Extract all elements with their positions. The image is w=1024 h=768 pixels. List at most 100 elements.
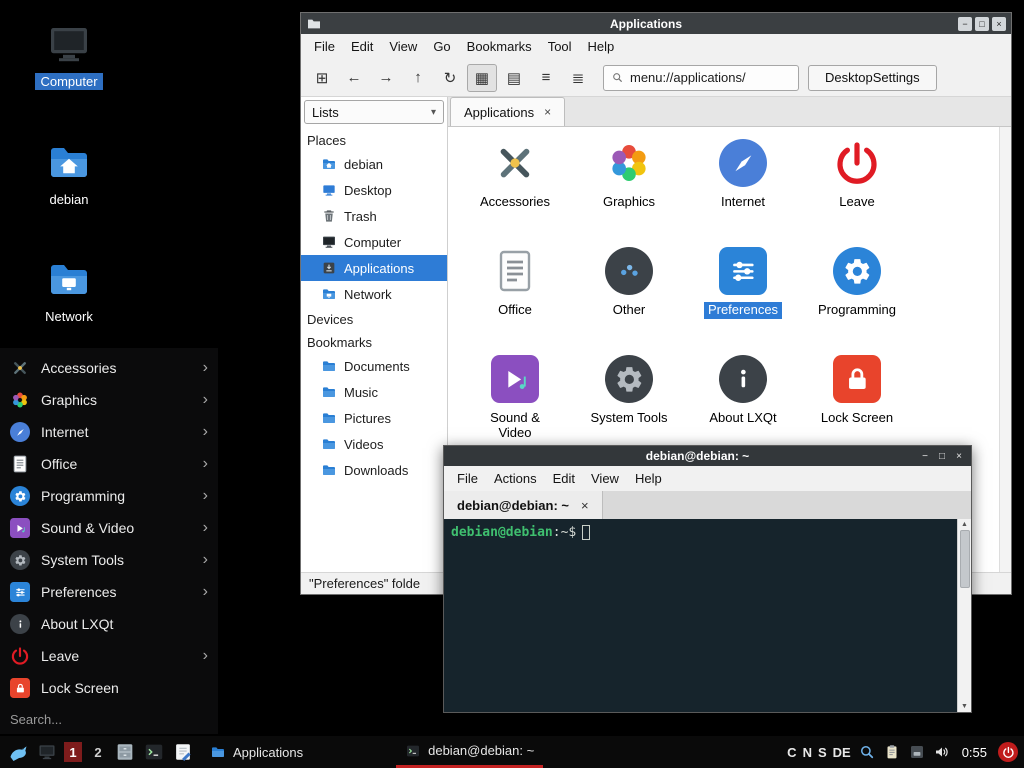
bookmark-downloads[interactable]: Downloads <box>301 457 447 483</box>
terminal-scrollbar[interactable]: ▲ ▼ <box>957 519 971 712</box>
reload-button[interactable]: ↻ <box>435 64 465 92</box>
start-menu-item-programming[interactable]: Programming › <box>0 480 218 512</box>
menu-file[interactable]: File <box>306 36 343 57</box>
thumbnail-view-button[interactable]: ▤ <box>499 64 529 92</box>
start-menu-item-accessories[interactable]: Accessories › <box>0 352 218 384</box>
menu-item-label: System Tools <box>41 552 124 568</box>
maximize-button[interactable]: □ <box>975 17 989 31</box>
app-programming[interactable]: Programming <box>800 247 914 355</box>
start-menu-item-system-tools[interactable]: System Tools › <box>0 544 218 576</box>
place-desktop[interactable]: Desktop <box>301 177 447 203</box>
tab-close-icon[interactable]: × <box>581 498 589 513</box>
icon-view-button[interactable]: ▦ <box>467 64 497 92</box>
folder-icon <box>321 358 337 374</box>
start-menu-item-office[interactable]: Office › <box>0 448 218 480</box>
scroll-up-icon[interactable]: ▲ <box>961 519 968 530</box>
menu-tool[interactable]: Tool <box>540 36 580 57</box>
desktop-icon-network[interactable]: Network <box>26 255 112 325</box>
maximize-button[interactable]: □ <box>935 449 949 463</box>
sidebar-mode-combo[interactable]: Lists ▾ <box>304 100 444 124</box>
back-button[interactable]: ← <box>339 64 369 92</box>
menu-edit[interactable]: Edit <box>545 468 583 489</box>
file-manager-menubar: File Edit View Go Bookmarks Tool Help <box>301 34 1011 59</box>
desktop-icon-debian[interactable]: debian <box>26 138 112 208</box>
minimize-button[interactable]: − <box>918 449 932 463</box>
terminal-tab[interactable]: debian@debian: ~ × <box>444 491 603 519</box>
power-button[interactable] <box>998 742 1018 762</box>
bookmark-documents[interactable]: Documents <box>301 353 447 379</box>
forward-button[interactable]: → <box>371 64 401 92</box>
keyboard-layout-indicator[interactable]: DE <box>833 745 851 760</box>
clipboard-icon[interactable] <box>883 743 901 761</box>
tab-close-icon[interactable]: × <box>544 105 551 119</box>
menu-edit[interactable]: Edit <box>343 36 381 57</box>
scrollbar-thumb[interactable] <box>960 530 970 588</box>
start-menu-item-preferences[interactable]: Preferences › <box>0 576 218 608</box>
app-office[interactable]: Office <box>458 247 572 355</box>
volume-icon[interactable] <box>933 743 951 761</box>
workspace-1-button[interactable]: 1 <box>64 742 82 762</box>
screenshot-tool-icon[interactable] <box>858 743 876 761</box>
menu-help[interactable]: Help <box>627 468 670 489</box>
app-label: Office <box>494 302 536 319</box>
task-applications[interactable]: Applications <box>201 736 312 768</box>
terminal-screen[interactable]: debian@debian :~$ <box>444 519 957 712</box>
app-graphics[interactable]: Graphics <box>572 139 686 247</box>
app-other[interactable]: Other <box>572 247 686 355</box>
scroll-down-icon[interactable]: ▼ <box>961 701 968 712</box>
file-manager-launcher[interactable] <box>114 741 136 763</box>
menu-view[interactable]: View <box>381 36 425 57</box>
desktop-icon-computer[interactable]: Computer <box>26 20 112 90</box>
up-button[interactable]: ↑ <box>403 64 433 92</box>
app-leave[interactable]: Leave <box>800 139 914 247</box>
task-terminal[interactable]: debian@debian: ~ <box>396 736 543 768</box>
clock[interactable]: 0:55 <box>958 745 991 760</box>
place-applications[interactable]: Applications <box>301 255 447 281</box>
detailed-view-button[interactable]: ≣ <box>563 64 593 92</box>
bookmark-videos[interactable]: Videos <box>301 431 447 457</box>
close-button[interactable]: × <box>992 17 1006 31</box>
bookmark-music[interactable]: Music <box>301 379 447 405</box>
file-manager-titlebar[interactable]: Applications − □ × <box>301 13 1011 34</box>
terminal-titlebar[interactable]: debian@debian: ~ − □ × <box>444 446 971 466</box>
terminal-launcher[interactable] <box>143 741 165 763</box>
start-menu-item-internet[interactable]: Internet › <box>0 416 218 448</box>
compact-view-button[interactable]: ≡ <box>531 64 561 92</box>
text-editor-launcher[interactable] <box>172 741 194 763</box>
menu-go[interactable]: Go <box>425 36 458 57</box>
vertical-scrollbar[interactable] <box>999 127 1011 572</box>
path-bar[interactable]: menu://applications/ <box>603 65 799 91</box>
place-computer[interactable]: Computer <box>301 229 447 255</box>
show-desktop-button[interactable] <box>37 742 57 762</box>
workspace-2-button[interactable]: 2 <box>89 742 107 762</box>
place-network[interactable]: Network <box>301 281 447 307</box>
start-menu-item-leave[interactable]: Leave › <box>0 640 218 672</box>
start-menu-button[interactable] <box>6 740 30 764</box>
start-menu-search[interactable] <box>0 704 218 734</box>
menu-file[interactable]: File <box>449 468 486 489</box>
place-trash[interactable]: Trash <box>301 203 447 229</box>
new-tab-button[interactable]: ⊞ <box>307 64 337 92</box>
search-input[interactable] <box>10 712 208 727</box>
menu-actions[interactable]: Actions <box>486 468 545 489</box>
close-button[interactable]: × <box>952 449 966 463</box>
place-debian[interactable]: debian <box>301 151 447 177</box>
combo-value: Lists <box>312 105 339 120</box>
bookmark-pictures[interactable]: Pictures <box>301 405 447 431</box>
start-menu-item-lock-screen[interactable]: Lock Screen <box>0 672 218 704</box>
start-menu-item-graphics[interactable]: Graphics › <box>0 384 218 416</box>
desktop-settings-button[interactable]: DesktopSettings <box>808 65 937 91</box>
tray-icon[interactable] <box>908 743 926 761</box>
tab-applications[interactable]: Applications × <box>450 97 565 126</box>
menu-help[interactable]: Help <box>580 36 623 57</box>
minimize-button[interactable]: − <box>958 17 972 31</box>
app-internet[interactable]: Internet <box>686 139 800 247</box>
start-menu-item-about-lxqt[interactable]: About LXQt <box>0 608 218 640</box>
start-menu-item-sound-video[interactable]: Sound & Video › <box>0 512 218 544</box>
menu-view[interactable]: View <box>583 468 627 489</box>
submenu-chevron-icon: › <box>203 488 208 504</box>
menu-bookmarks[interactable]: Bookmarks <box>459 36 540 57</box>
app-preferences[interactable]: Preferences <box>686 247 800 355</box>
folder-icon <box>321 410 337 426</box>
app-accessories[interactable]: Accessories <box>458 139 572 247</box>
